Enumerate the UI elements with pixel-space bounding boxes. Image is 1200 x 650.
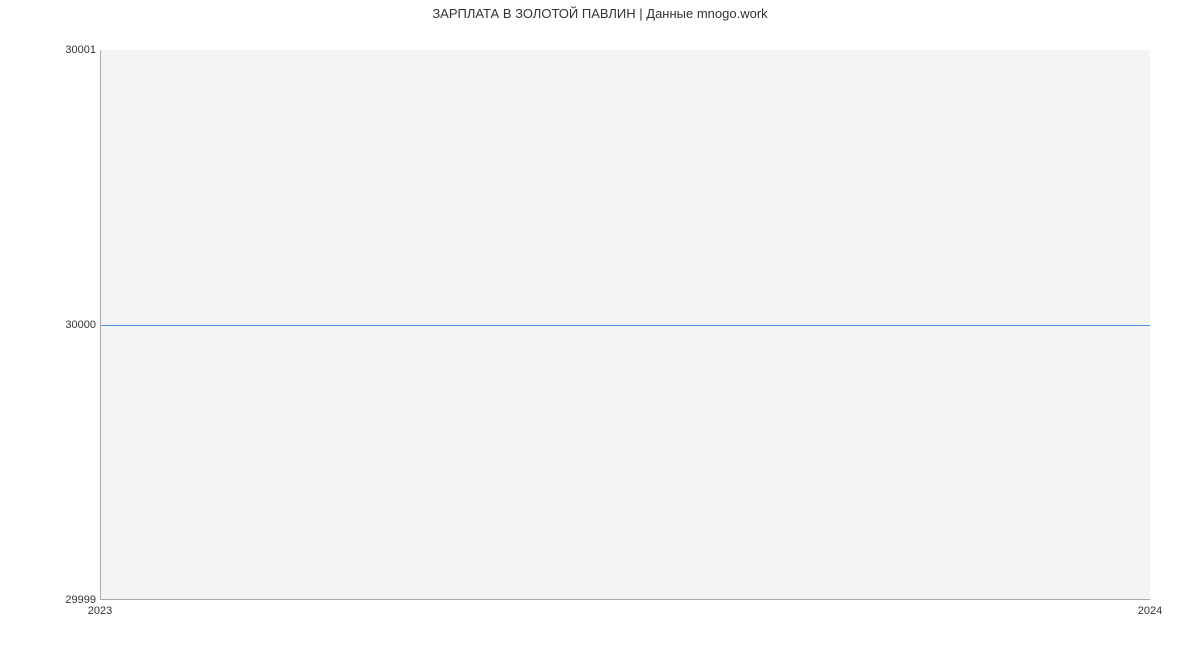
data-line	[101, 325, 1150, 326]
y-tick-bottom: 29999	[6, 594, 96, 606]
plot-area	[100, 50, 1150, 600]
chart-container: ЗАРПЛАТА В ЗОЛОТОЙ ПАВЛИН | Данные mnogo…	[0, 0, 1200, 650]
y-tick-top: 30001	[6, 44, 96, 56]
y-tick-mid: 30000	[6, 319, 96, 331]
chart-title: ЗАРПЛАТА В ЗОЛОТОЙ ПАВЛИН | Данные mnogo…	[0, 6, 1200, 21]
x-tick-right: 2024	[1138, 605, 1162, 617]
x-tick-left: 2023	[88, 605, 112, 617]
